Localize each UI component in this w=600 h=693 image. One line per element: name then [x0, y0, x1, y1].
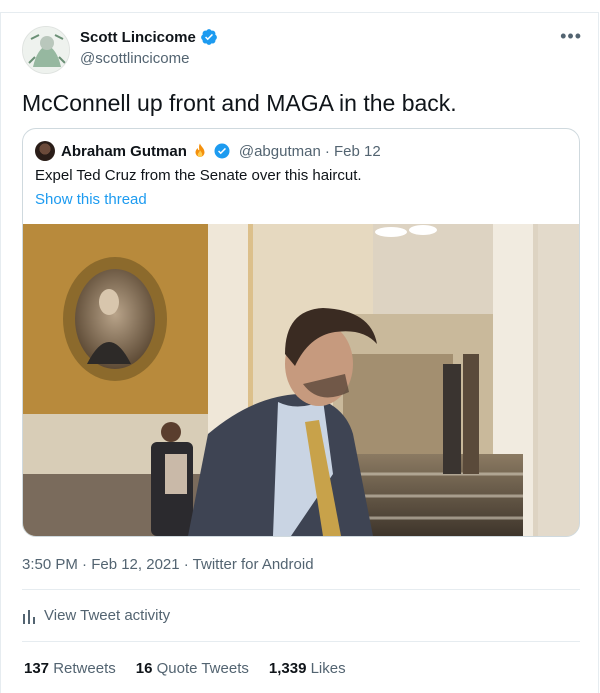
- quoted-text: Expel Ted Cruz from the Senate over this…: [35, 167, 362, 184]
- quoted-date[interactable]: · Feb 12: [325, 143, 381, 160]
- tweet-stats: 137 Retweets 16 Quote Tweets 1,339 Likes: [24, 660, 346, 677]
- fire-emoji-icon: [195, 143, 205, 157]
- retweets-stat[interactable]: 137 Retweets: [24, 660, 116, 677]
- divider: [22, 641, 580, 642]
- view-tweet-activity-link[interactable]: View Tweet activity: [22, 607, 170, 624]
- show-thread-link[interactable]: Show this thread: [35, 191, 147, 208]
- author-avatar[interactable]: [22, 26, 70, 74]
- quoted-avatar[interactable]: [35, 141, 55, 161]
- quote-tweets-stat[interactable]: 16 Quote Tweets: [136, 660, 249, 677]
- quote-tweets-count: 16: [135, 660, 153, 677]
- more-options-icon[interactable]: •••: [560, 26, 582, 47]
- author-name[interactable]: Scott Lincicome: [80, 29, 196, 46]
- author-handle[interactable]: @scottlincicome: [80, 50, 189, 67]
- quoted-media-video[interactable]: [23, 224, 579, 536]
- tweet-timestamp[interactable]: 3:50 PM · Feb 12, 2021 · Twitter for And…: [22, 556, 314, 573]
- tweet-header: Scott Lincicome @scottlincicome •••: [22, 26, 582, 74]
- likes-stat[interactable]: 1,339 Likes: [269, 660, 346, 677]
- likes-count: 1,339: [268, 660, 307, 677]
- quote-tweets-label: Quote Tweets: [156, 660, 249, 677]
- likes-label: Likes: [310, 660, 346, 677]
- view-tweet-activity-label[interactable]: View Tweet activity: [44, 607, 170, 624]
- quoted-author-handle[interactable]: @abgutman: [239, 143, 321, 160]
- analytics-bars-icon: [23, 609, 35, 624]
- quoted-tweet[interactable]: Abraham Gutman @abgutman · Feb 12 Expel …: [22, 128, 580, 537]
- retweets-label: Retweets: [53, 660, 116, 677]
- verified-badge-icon: [214, 143, 230, 159]
- verified-badge-icon: [200, 29, 217, 45]
- retweets-count: 137: [24, 660, 50, 677]
- divider: [22, 589, 580, 590]
- quoted-author-name[interactable]: Abraham Gutman: [61, 143, 187, 160]
- tweet-text: McConnell up front and MAGA in the back.: [22, 90, 457, 116]
